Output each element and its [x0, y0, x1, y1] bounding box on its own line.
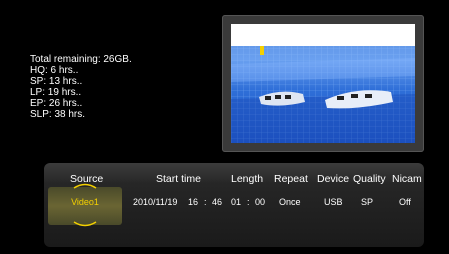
start-hour[interactable]: 16	[188, 197, 198, 207]
nicam-value[interactable]: Off	[399, 197, 411, 207]
length-hours[interactable]: 01	[231, 197, 241, 207]
start-minute[interactable]: 46	[212, 197, 222, 207]
sp-hours: SP: 13 hrs..	[30, 76, 83, 87]
video-preview-frame	[222, 15, 424, 152]
header-start-time: Start time	[156, 173, 201, 185]
length-separator: :	[247, 197, 250, 207]
header-quality: Quality	[353, 173, 386, 185]
header-repeat: Repeat	[274, 173, 308, 185]
header-length: Length	[231, 173, 264, 185]
device-value[interactable]: USB	[324, 197, 343, 207]
chevron-down-icon[interactable]	[72, 221, 98, 229]
chevron-up-icon[interactable]	[72, 181, 98, 189]
video-preview	[231, 24, 415, 143]
lp-hours: LP: 19 hrs..	[30, 87, 82, 98]
source-selector[interactable]: Video1	[48, 183, 122, 227]
storage-info: Total remaining: 26GB. HQ: 6 hrs.. SP: 1…	[30, 54, 132, 120]
start-date[interactable]: 2010/11/19	[133, 197, 177, 207]
schedule-panel: Source Start time Length Repeat Device Q…	[44, 163, 424, 247]
repeat-value[interactable]: Once	[279, 197, 301, 207]
hq-hours: HQ: 6 hrs..	[30, 65, 79, 76]
ep-hours: EP: 26 hrs..	[30, 98, 83, 109]
total-remaining: Total remaining: 26GB.	[30, 54, 132, 65]
header-device: Device	[317, 173, 350, 185]
preview-scene	[231, 24, 415, 143]
length-minutes[interactable]: 00	[255, 197, 265, 207]
quality-value[interactable]: SP	[361, 197, 373, 207]
header-nicam: Nicam	[392, 173, 422, 185]
source-value: Video1	[71, 197, 99, 207]
start-time-separator: :	[204, 197, 207, 207]
slp-hours: SLP: 38 hrs.	[30, 109, 86, 120]
lamp-marker	[260, 46, 264, 55]
